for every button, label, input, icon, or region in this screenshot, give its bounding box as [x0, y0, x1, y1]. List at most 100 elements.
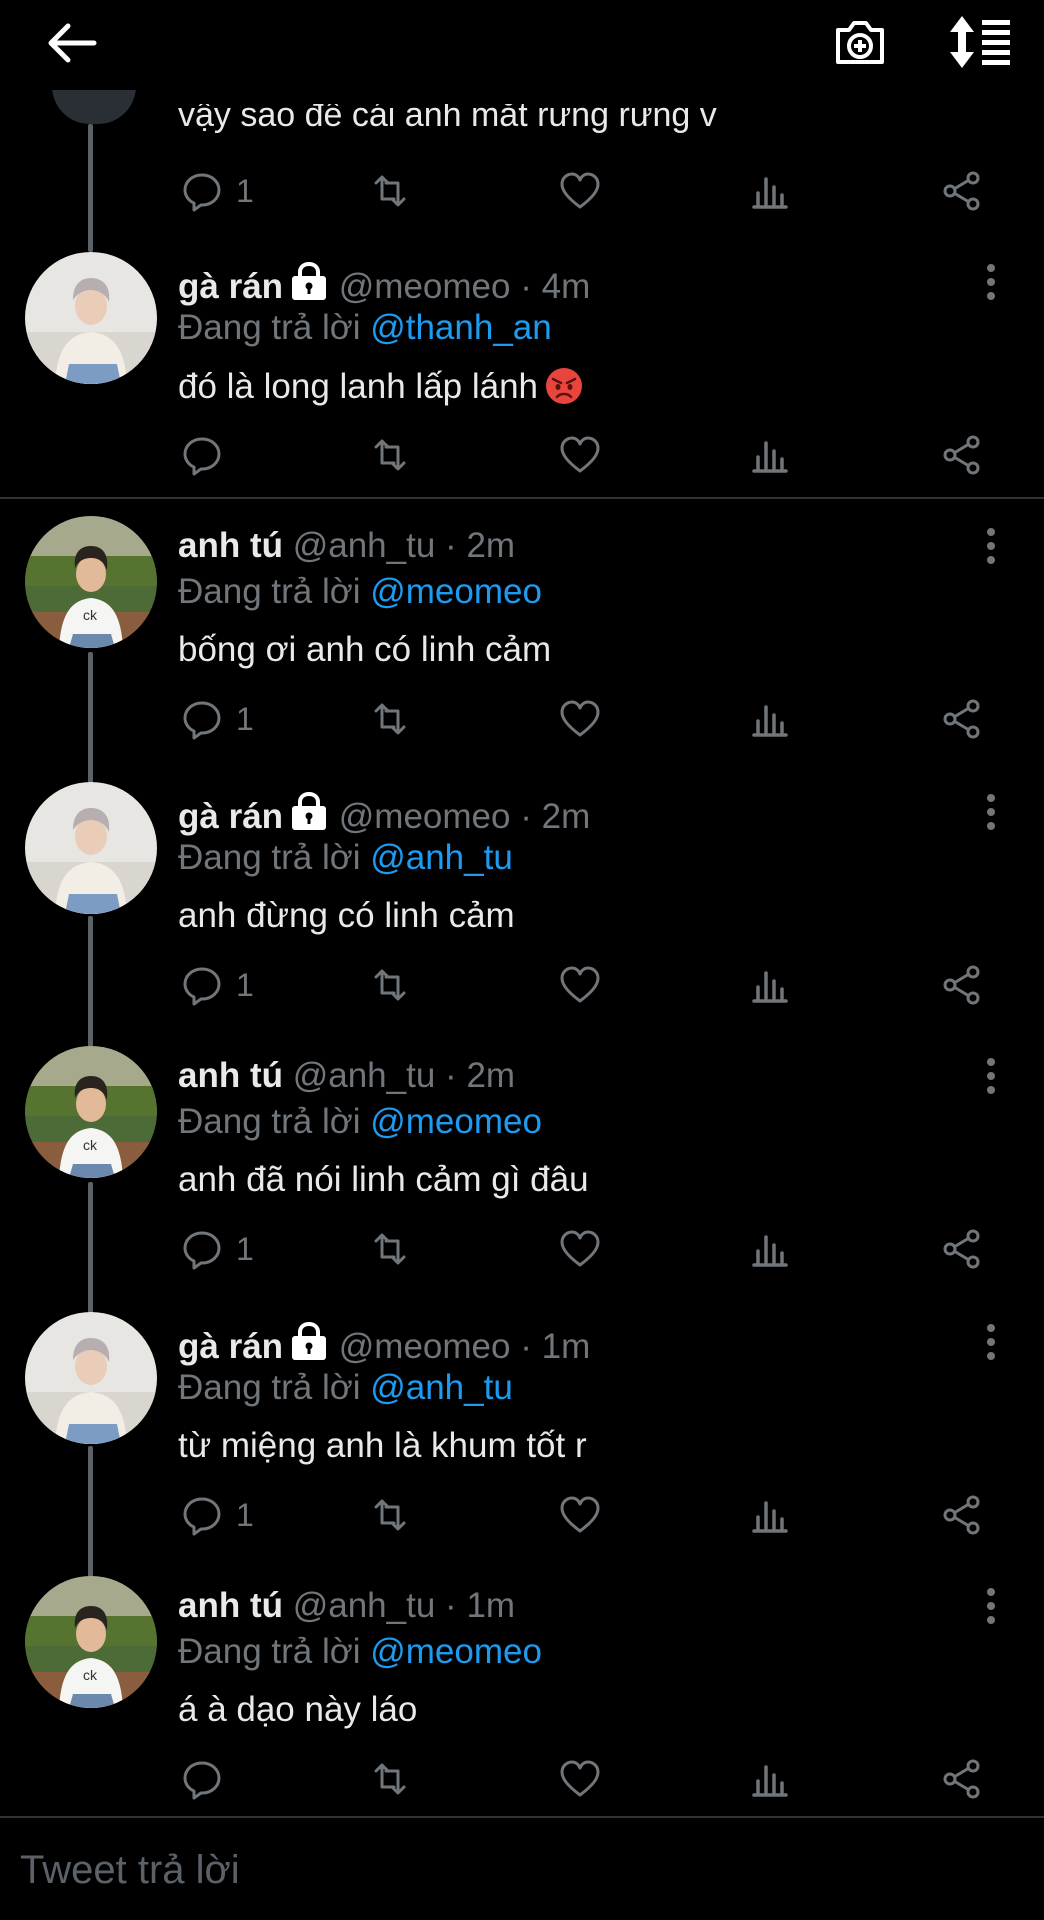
heart-icon [560, 700, 600, 737]
more-options-icon[interactable] [976, 1322, 1006, 1362]
replying-to-label: Đang trả lời [178, 838, 361, 877]
share-button[interactable] [940, 960, 984, 1010]
reply-composer [0, 1816, 1044, 1920]
mention-link[interactable]: @meomeo [370, 1102, 542, 1141]
mention-link[interactable]: @meomeo [370, 1632, 542, 1671]
display-name[interactable]: gà rán [178, 267, 283, 306]
replying-to-label: Đang trả lời [178, 308, 361, 347]
lock-icon [292, 262, 327, 300]
retweet-button[interactable] [368, 960, 412, 1010]
timestamp: 2m [541, 797, 591, 836]
user-handle[interactable]: @anh_tu [293, 526, 436, 565]
user-handle[interactable]: @meomeo [339, 267, 511, 306]
display-name[interactable]: anh tú [178, 1586, 283, 1625]
reply-button[interactable] [180, 1754, 236, 1804]
avatar[interactable] [25, 1576, 157, 1708]
user-handle[interactable]: @meomeo [339, 797, 511, 836]
tweet[interactable]: gà rán @meomeo · 2m Đang trả lời @anh_tu… [0, 782, 1044, 1022]
share-button[interactable] [940, 1754, 984, 1804]
reply-button[interactable]: 1 [180, 1224, 254, 1274]
retweet-icon [374, 1763, 406, 1795]
lock-icon [292, 1322, 327, 1360]
mention-link[interactable]: @thanh_an [370, 308, 552, 347]
reply-input[interactable] [20, 1840, 1020, 1900]
share-button[interactable] [940, 1224, 984, 1274]
analytics-button[interactable] [748, 1490, 792, 1540]
mention-link[interactable]: @anh_tu [370, 1368, 513, 1407]
reply-button[interactable] [180, 430, 236, 480]
user-handle[interactable]: @anh_tu [293, 1056, 436, 1095]
analytics-button[interactable] [748, 430, 792, 480]
more-options-icon[interactable] [976, 792, 1006, 832]
more-options-icon[interactable] [976, 262, 1006, 302]
reply-icon [183, 967, 221, 1006]
tweet-text: từ miệng anh là khum tốt r [178, 1426, 587, 1466]
analytics-button[interactable] [748, 166, 792, 216]
display-name[interactable]: anh tú [178, 526, 283, 565]
tweet-header: anh tú @anh_tu · 1m [178, 1586, 515, 1626]
share-button[interactable] [940, 166, 984, 216]
like-button[interactable] [558, 960, 602, 1010]
heart-icon [560, 1496, 600, 1533]
sort-list-icon[interactable] [948, 14, 1012, 70]
reply-button[interactable]: 1 [180, 1490, 254, 1540]
analytics-button[interactable] [748, 694, 792, 744]
analytics-button[interactable] [748, 1754, 792, 1804]
user-handle[interactable]: @meomeo [339, 1327, 511, 1366]
avatar[interactable] [25, 516, 157, 648]
more-options-icon[interactable] [976, 526, 1006, 566]
back-arrow-icon[interactable] [44, 18, 100, 68]
like-button[interactable] [558, 694, 602, 744]
tweet-text: bống ơi anh có linh cảm [178, 630, 551, 670]
tweet[interactable]: gà rán @meomeo · 4m Đang trả lời @thanh_… [0, 252, 1044, 492]
like-button[interactable] [558, 1224, 602, 1274]
analytics-button[interactable] [748, 1224, 792, 1274]
tweet-text-content: á à dạo này láo [178, 1690, 418, 1729]
reply-button[interactable]: 1 [180, 960, 254, 1010]
like-button[interactable] [558, 1490, 602, 1540]
user-handle[interactable]: @anh_tu [293, 1586, 436, 1625]
share-button[interactable] [940, 430, 984, 480]
tweet[interactable]: anh tú @anh_tu · 2m Đang trả lời @meomeo… [0, 516, 1044, 756]
retweet-icon [374, 175, 406, 207]
replying-to: Đang trả lời @anh_tu [178, 1368, 513, 1408]
like-button[interactable] [558, 166, 602, 216]
avatar[interactable] [25, 782, 157, 914]
tweet[interactable]: anh tú @anh_tu · 2m Đang trả lời @meomeo… [0, 1046, 1044, 1286]
avatar[interactable] [25, 1312, 157, 1444]
share-button[interactable] [940, 1490, 984, 1540]
bar-chart-icon [752, 971, 788, 1003]
tweet-header: anh tú @anh_tu · 2m [178, 526, 515, 566]
tweet-text: anh đừng có linh cảm [178, 896, 515, 936]
retweet-button[interactable] [368, 430, 412, 480]
mention-link[interactable]: @anh_tu [370, 838, 513, 877]
retweet-button[interactable] [368, 1224, 412, 1274]
display-name[interactable]: anh tú [178, 1056, 283, 1095]
more-options-icon[interactable] [976, 1056, 1006, 1096]
share-icon [943, 435, 980, 475]
avatar[interactable] [25, 252, 157, 384]
reply-button[interactable]: 1 [180, 166, 254, 216]
like-button[interactable] [558, 1754, 602, 1804]
replying-to-label: Đang trả lời [178, 1102, 361, 1141]
reply-button[interactable]: 1 [180, 694, 254, 744]
avatar[interactable] [25, 1046, 157, 1178]
mention-link[interactable]: @meomeo [370, 572, 542, 611]
retweet-button[interactable] [368, 166, 412, 216]
retweet-button[interactable] [368, 1754, 412, 1804]
retweet-button[interactable] [368, 1490, 412, 1540]
camera-plus-icon[interactable] [832, 14, 888, 70]
angry-face-emoji [546, 368, 583, 404]
like-button[interactable] [558, 430, 602, 480]
display-name[interactable]: gà rán [178, 797, 283, 836]
analytics-button[interactable] [748, 960, 792, 1010]
reply-icon [183, 701, 221, 740]
tweet[interactable]: gà rán @meomeo · 1m Đang trả lời @anh_tu… [0, 1312, 1044, 1552]
more-options-icon[interactable] [976, 1586, 1006, 1626]
tweet[interactable]: anh tú @anh_tu · 1m Đang trả lời @meomeo… [0, 1576, 1044, 1816]
replying-to-label: Đang trả lời [178, 572, 361, 611]
retweet-button[interactable] [368, 694, 412, 744]
share-button[interactable] [940, 694, 984, 744]
display-name[interactable]: gà rán [178, 1327, 283, 1366]
separator-dot: · [520, 797, 532, 836]
